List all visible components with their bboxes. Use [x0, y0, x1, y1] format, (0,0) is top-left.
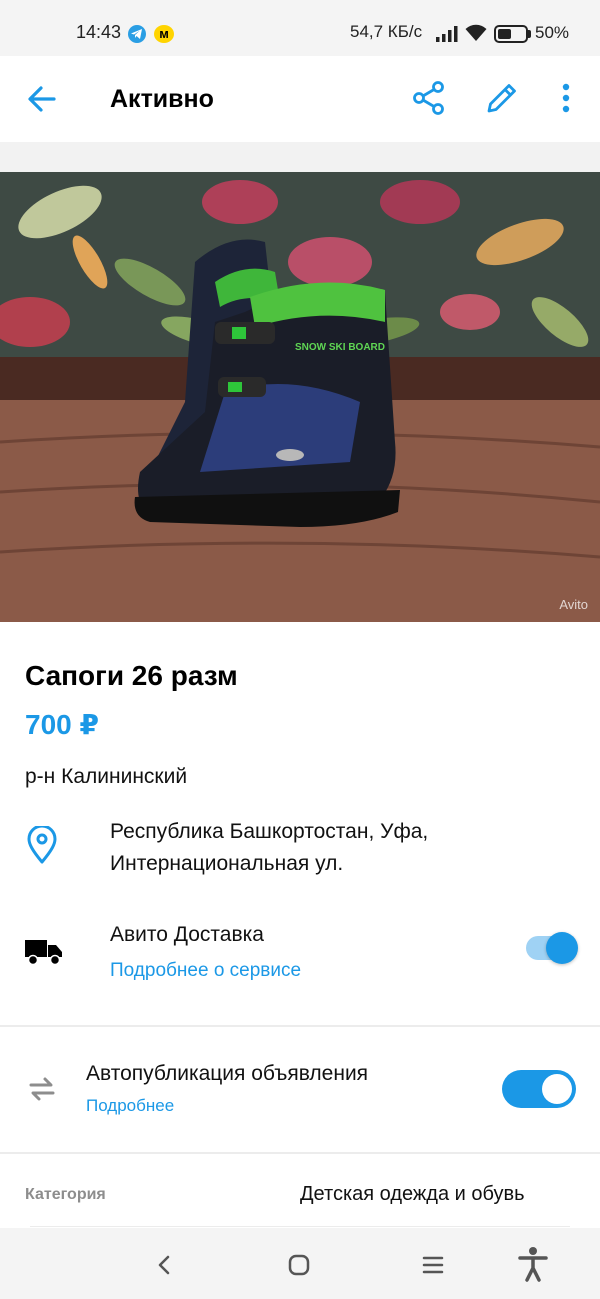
- divider: [0, 1025, 600, 1027]
- category-value: Детская одежда и обувь: [300, 1183, 525, 1205]
- nav-home-icon[interactable]: [284, 1250, 314, 1280]
- autopublish-sync-icon: [29, 1077, 55, 1101]
- status-time: 14:43: [76, 22, 122, 42]
- wifi-icon: [465, 24, 487, 41]
- boot-brand-text: SNOW SKI BOARD: [295, 342, 385, 353]
- autopublish-toggle[interactable]: [502, 1070, 576, 1108]
- divider: [30, 1226, 570, 1227]
- autopublish-label: Автопубликация объявления: [86, 1062, 369, 1085]
- delivery-toggle[interactable]: [526, 932, 578, 964]
- autopublish-more-link[interactable]: Подробнее: [86, 1096, 174, 1116]
- back-arrow-icon[interactable]: [26, 83, 58, 115]
- separator-strip: [0, 142, 600, 172]
- more-vert-icon[interactable]: [552, 80, 580, 116]
- yandex-music-icon: м: [154, 25, 174, 43]
- listing-district: р-н Калининский: [25, 765, 188, 788]
- top-app-bar: Активно: [0, 56, 600, 142]
- toggle-knob: [542, 1074, 572, 1104]
- listing-price: 700 ₽: [25, 709, 99, 740]
- telegram-icon: [128, 25, 146, 43]
- battery-nub: [528, 30, 531, 38]
- edit-pencil-icon[interactable]: [484, 80, 520, 116]
- nav-back-icon[interactable]: [150, 1250, 180, 1280]
- listing-address[interactable]: Республика Башкортостан, Уфа, Интернацио…: [110, 816, 570, 880]
- page-title: Активно: [110, 85, 214, 113]
- boots-photo-illustration: SNOW SKI BOARD: [0, 172, 600, 622]
- nav-recents-icon[interactable]: [418, 1250, 448, 1280]
- avito-watermark: Avito: [559, 597, 588, 612]
- system-nav-bar: [0, 1228, 600, 1299]
- accessibility-icon[interactable]: [517, 1246, 549, 1282]
- address-line-1: Республика Башкортостан, Уфа,: [110, 820, 429, 843]
- share-icon[interactable]: [411, 80, 447, 116]
- listing-photo[interactable]: SNOW SKI BOARD Avito: [0, 172, 600, 622]
- signal-icon: [436, 26, 458, 42]
- battery-percent: 50%: [535, 23, 570, 42]
- divider: [0, 1152, 600, 1154]
- delivery-more-link[interactable]: Подробнее о сервисе: [110, 960, 301, 982]
- location-pin-icon: [27, 826, 57, 864]
- delivery-truck-icon: [25, 940, 62, 966]
- battery-icon: [494, 25, 528, 43]
- network-speed: 54,7 КБ/с: [350, 22, 423, 41]
- listing-title: Сапоги 26 разм: [25, 660, 238, 691]
- status-bar: 14:43 м 54,7 КБ/с 50%: [0, 0, 600, 56]
- address-line-2: Интернациональная ул.: [110, 852, 344, 875]
- category-label: Категория: [25, 1186, 106, 1203]
- delivery-label: Авито Доставка: [110, 923, 264, 946]
- toggle-knob: [546, 932, 578, 964]
